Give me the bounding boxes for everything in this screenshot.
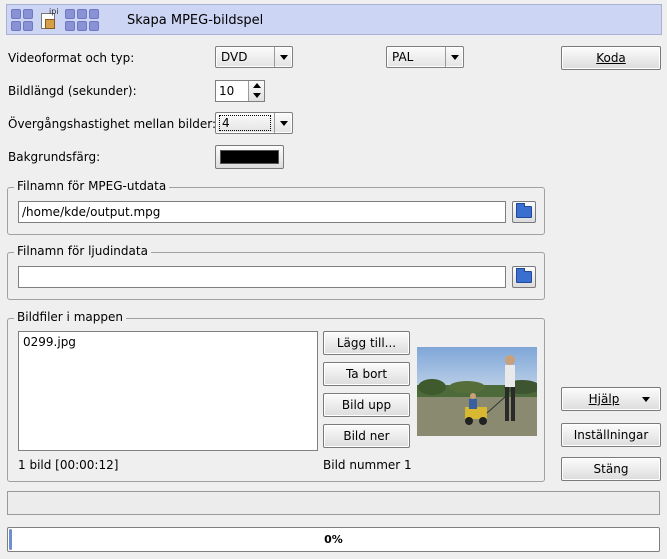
video-format-label: Videoformat och typ:	[8, 51, 135, 65]
video-format-select[interactable]: DVD	[215, 46, 293, 68]
move-image-up-button-label: Bild upp	[341, 398, 392, 412]
window-header: ipi Skapa MPEG-bildspel	[6, 4, 662, 35]
video-type-select[interactable]: PAL	[386, 46, 464, 68]
chevron-down-icon	[445, 47, 463, 67]
list-item[interactable]: 0299.jpg	[23, 335, 76, 349]
remove-image-button-label: Ta bort	[345, 367, 388, 381]
progress-bar: 0%	[7, 527, 660, 552]
mpeg-output-group-title: Filnamn för MPEG-utdata	[14, 179, 170, 193]
audio-input-path-input[interactable]	[18, 266, 506, 288]
audio-input-browse-button[interactable]	[512, 266, 536, 288]
close-button-label: Stäng	[593, 462, 629, 476]
chevron-down-icon	[642, 397, 650, 402]
image-file-list[interactable]: 0299.jpg	[18, 331, 318, 451]
transition-speed-select[interactable]: 4	[215, 112, 293, 134]
image-files-group-title: Bildfiler i mappen	[14, 310, 126, 324]
remove-image-button[interactable]: Ta bort	[323, 362, 410, 386]
app-logo-icon: ipi	[11, 7, 115, 33]
image-number: Bild nummer 1	[323, 458, 412, 472]
mpeg-output-path-input[interactable]: /home/kde/output.mpg	[18, 201, 506, 223]
image-length-label: Bildlängd (sekunder):	[8, 84, 137, 98]
audio-input-group-title: Filnamn för ljudindata	[14, 244, 151, 258]
image-length-spinbox[interactable]: 10	[215, 80, 265, 102]
image-summary: 1 bild [00:00:12]	[18, 458, 119, 472]
video-format-value: DVD	[221, 50, 248, 64]
encode-button[interactable]: Koda	[561, 46, 661, 70]
close-button[interactable]: Stäng	[561, 457, 661, 481]
background-color-label: Bakgrundsfärg:	[8, 150, 101, 164]
video-type-value: PAL	[392, 50, 414, 64]
move-image-down-button-label: Bild ner	[343, 429, 390, 443]
chevron-down-icon	[274, 47, 292, 67]
chevron-down-icon	[274, 113, 292, 133]
window-title: Skapa MPEG-bildspel	[127, 13, 264, 28]
mpeg-output-browse-button[interactable]	[512, 201, 536, 223]
transition-speed-label: Övergångshastighet mellan bilder:	[8, 117, 217, 131]
encode-button-label: Koda	[596, 51, 626, 65]
folder-open-icon	[516, 203, 532, 218]
add-image-button[interactable]: Lägg till...	[323, 331, 410, 355]
transition-speed-value: 4	[219, 115, 271, 131]
settings-button-label: Inställningar	[573, 428, 649, 442]
background-color-button[interactable]	[215, 145, 284, 169]
help-button-label: Hjälp	[588, 392, 620, 406]
help-menu-button[interactable]: Hjälp	[561, 387, 661, 411]
add-image-button-label: Lägg till...	[336, 336, 397, 350]
image-preview	[417, 347, 537, 436]
status-bar	[7, 491, 660, 515]
image-length-value: 10	[219, 84, 235, 98]
folder-open-icon	[516, 268, 532, 283]
settings-button[interactable]: Inställningar	[561, 423, 661, 447]
move-image-down-button[interactable]: Bild ner	[323, 424, 410, 448]
progress-label: 0%	[324, 533, 343, 546]
color-swatch	[220, 150, 279, 164]
move-image-up-button[interactable]: Bild upp	[323, 393, 410, 417]
